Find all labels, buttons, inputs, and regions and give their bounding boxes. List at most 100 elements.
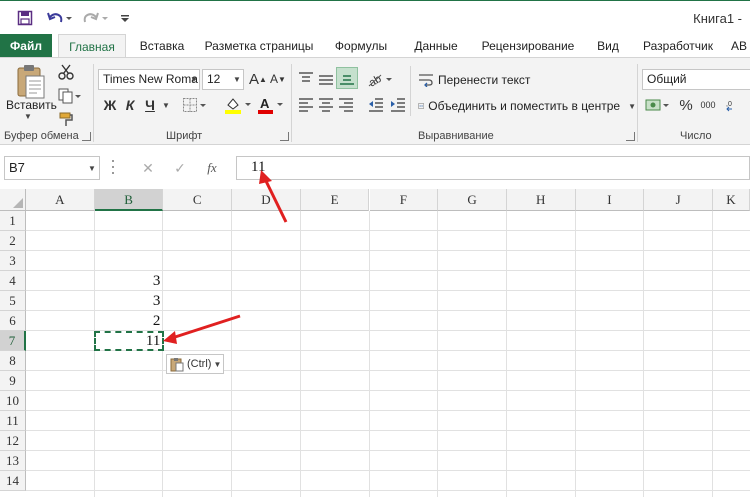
font-name-select[interactable]: Times New Roma	[98, 69, 200, 90]
row-header-13[interactable]: 13	[0, 451, 26, 471]
tab-file[interactable]: Файл	[0, 34, 52, 58]
row-header-4[interactable]: 4	[0, 271, 26, 291]
column-header-k[interactable]: K	[713, 189, 750, 211]
increase-indent-icon[interactable]	[388, 95, 408, 115]
save-icon[interactable]	[14, 7, 36, 29]
align-middle-icon[interactable]	[316, 69, 336, 89]
row-header-2[interactable]: 2	[0, 231, 26, 251]
row-header-1[interactable]: 1	[0, 211, 26, 231]
paste-options-label: (Ctrl)	[187, 358, 212, 370]
row-header-5[interactable]: 5	[0, 291, 26, 311]
undo-icon[interactable]	[44, 7, 74, 29]
row-header-14[interactable]: 14	[0, 471, 26, 491]
underline-dropdown-icon[interactable]: ▼	[162, 101, 170, 110]
underline-button[interactable]: Ч	[140, 95, 160, 115]
align-bottom-icon[interactable]	[336, 67, 358, 89]
cancel-entry-icon[interactable]: ✕	[138, 158, 158, 178]
currency-format-icon[interactable]	[644, 95, 674, 115]
gridline-vertical	[93, 211, 95, 497]
paste-options-dropdown-icon: ▼	[213, 359, 222, 369]
column-header-e[interactable]: E	[300, 189, 370, 211]
tab-home[interactable]: Главная	[58, 34, 126, 59]
column-header-b[interactable]: B	[94, 189, 164, 211]
font-launcher-icon[interactable]: x	[280, 132, 289, 141]
row-header-11[interactable]: 11	[0, 411, 26, 431]
insert-function-button[interactable]: fx	[202, 158, 222, 178]
formula-input[interactable]: 11	[236, 156, 750, 180]
orientation-icon[interactable]: ab	[366, 69, 396, 89]
copy-icon[interactable]	[56, 86, 84, 106]
row-header-8[interactable]: 8	[0, 351, 26, 371]
column-header-i[interactable]: I	[575, 189, 645, 211]
gridline-horizontal	[26, 410, 750, 411]
paste-options-button[interactable]: (Ctrl) ▼	[166, 354, 224, 374]
borders-icon[interactable]	[180, 95, 210, 115]
worksheet-grid[interactable]: ABCDEFGHIJK 1 2 3 4 5 6 7 8 9 10 11 12 13 14 3 3 2 11 (C…	[0, 189, 750, 497]
row-header-7[interactable]: 7	[0, 331, 26, 351]
bold-button[interactable]: Ж	[100, 95, 120, 115]
row-header-10[interactable]: 10	[0, 391, 26, 411]
name-box-value: B7	[9, 160, 25, 175]
row-header-3[interactable]: 3	[0, 251, 26, 271]
tab-page-layout[interactable]: Разметка страницы	[200, 34, 318, 58]
comma-style-button[interactable]: 000	[696, 95, 720, 115]
percent-style-button[interactable]: %	[676, 95, 696, 115]
font-color-icon[interactable]: A	[256, 95, 286, 115]
cut-icon[interactable]	[56, 62, 76, 82]
italic-button[interactable]: К	[120, 95, 140, 115]
column-header-g[interactable]: G	[438, 189, 507, 211]
row-header-6[interactable]: 6	[0, 311, 26, 331]
redo-icon[interactable]	[80, 7, 110, 29]
clipboard-launcher-icon[interactable]: x	[82, 132, 91, 141]
cell-b4[interactable]: 3	[95, 271, 164, 291]
group-separator	[291, 64, 292, 142]
gridline-horizontal	[26, 470, 750, 471]
merge-center-button[interactable]: Объединить и поместить в центре ▼	[418, 97, 636, 115]
tab-formulas[interactable]: Формулы	[326, 34, 396, 58]
alignment-launcher-icon[interactable]: x	[626, 132, 635, 141]
number-format-value: Общий	[647, 72, 687, 86]
tab-insert[interactable]: Вставка	[132, 34, 192, 58]
row-header-9[interactable]: 9	[0, 371, 26, 391]
number-format-select[interactable]: Общий	[642, 69, 750, 90]
grow-font-icon[interactable]: A ▲	[248, 69, 268, 89]
font-name-dropdown-icon[interactable]: ▼	[190, 75, 198, 84]
wrap-text-button[interactable]: Перенести текст	[418, 71, 548, 89]
name-box[interactable]: B7	[4, 156, 100, 180]
formula-bar-handle[interactable]	[112, 160, 116, 174]
ribbon-home: Вставить ▼ Буфер обмена x Times New Roma…	[0, 57, 750, 145]
cell-b6[interactable]: 2	[95, 311, 164, 331]
column-header-j[interactable]: J	[644, 189, 713, 211]
name-box-dropdown-icon[interactable]: ▼	[88, 164, 96, 173]
format-painter-icon[interactable]	[56, 110, 76, 130]
align-center-icon[interactable]	[316, 95, 336, 115]
paste-icon[interactable]	[12, 62, 50, 102]
confirm-entry-icon[interactable]: ✓	[170, 158, 190, 178]
paste-dropdown-icon[interactable]: ▼	[24, 112, 32, 121]
font-size-dropdown-icon[interactable]: ▼	[233, 75, 241, 84]
column-header-h[interactable]: H	[506, 189, 576, 211]
increase-decimal-icon[interactable]: ,0	[724, 95, 744, 115]
row-header-12[interactable]: 12	[0, 431, 26, 451]
paste-button-label[interactable]: Вставить	[6, 98, 57, 112]
column-header-c[interactable]: C	[163, 189, 233, 211]
tab-developer[interactable]: Разработчик	[636, 34, 720, 58]
column-header-a[interactable]: A	[26, 189, 95, 211]
column-header-f[interactable]: F	[369, 189, 439, 211]
select-all-corner[interactable]	[0, 189, 26, 211]
tab-review[interactable]: Рецензирование	[476, 34, 580, 58]
tab-view[interactable]: Вид	[588, 34, 628, 58]
merge-dropdown-icon[interactable]: ▼	[628, 102, 636, 111]
align-top-icon[interactable]	[296, 69, 316, 89]
tab-data[interactable]: Данные	[404, 34, 468, 58]
ribbon-tabs: Файл Главная Вставка Разметка страницы Ф…	[0, 34, 750, 59]
cell-b5[interactable]: 3	[95, 291, 164, 311]
shrink-font-icon[interactable]: A ▼	[268, 69, 288, 89]
column-header-d[interactable]: D	[232, 189, 301, 211]
customize-qat-icon[interactable]	[114, 7, 136, 29]
fill-color-icon[interactable]	[222, 95, 256, 115]
align-right-icon[interactable]	[336, 95, 356, 115]
align-left-icon[interactable]	[296, 95, 316, 115]
decrease-indent-icon[interactable]	[366, 95, 386, 115]
tab-more[interactable]: AB	[724, 34, 750, 58]
